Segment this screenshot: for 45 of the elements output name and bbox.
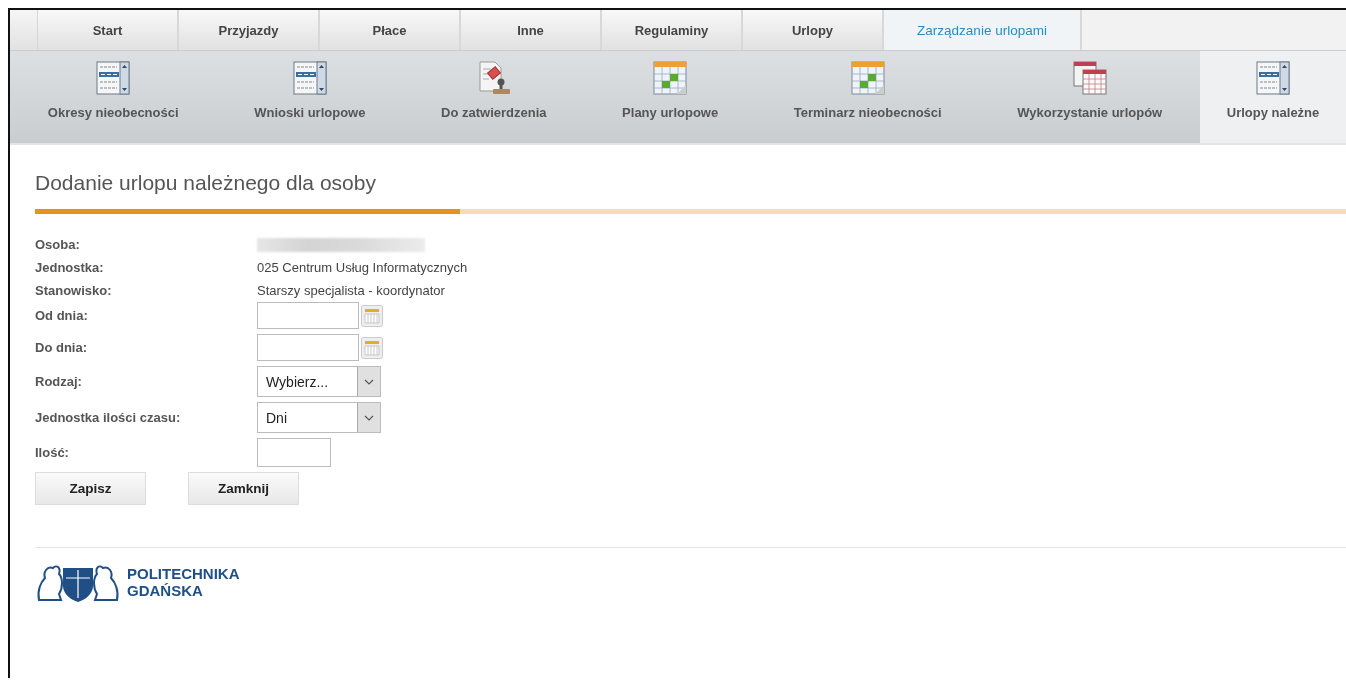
date-field[interactable]	[257, 302, 359, 329]
field-label: Stanowisko:	[35, 283, 113, 298]
nav-tab[interactable]: Start	[38, 10, 179, 50]
subnav-item[interactable]: Plany urlopowe	[584, 51, 756, 143]
field-label: Od dnia:	[35, 308, 89, 323]
nav-tab[interactable]: Zarządzanie urlopami	[884, 10, 1082, 50]
subnav-item[interactable]: Terminarz nieobecności	[756, 51, 980, 143]
field-label: Ilość:	[35, 445, 70, 460]
chevron-down-icon	[364, 378, 374, 385]
calendar-icon	[653, 61, 688, 95]
form-button[interactable]: Zapisz	[35, 472, 146, 505]
subnav-item[interactable]: Okresy nieobecności	[10, 51, 217, 143]
form-button[interactable]: Zamknij	[188, 472, 299, 505]
field-label: Osoba:	[35, 237, 81, 252]
field-value: 025 Centrum Usług Informatycznych	[257, 260, 468, 275]
calendar-icon[interactable]	[361, 304, 383, 327]
field-label: Jednostka:	[35, 260, 105, 275]
subnav-item[interactable]: Wykorzystanie urlopów	[979, 51, 1201, 143]
dropdown[interactable]: Dni	[257, 402, 381, 433]
date-field[interactable]	[257, 334, 359, 361]
nav-tab[interactable]: Płace	[320, 10, 461, 50]
nav-tab[interactable]: Inne	[461, 10, 602, 50]
subnav-item[interactable]: Urlopy należne	[1200, 51, 1346, 143]
field-value: Starszy specjalista - koordynator	[257, 283, 445, 298]
logo-text: POLITECHNIKA	[127, 565, 240, 582]
chevron-down-icon	[364, 414, 374, 421]
nav-tab[interactable]: Urlopy	[743, 10, 884, 50]
calendar-icon	[850, 61, 885, 95]
field-label: Do dnia:	[35, 340, 88, 355]
subnav-item[interactable]: Do zatwierdzenia	[403, 51, 585, 143]
calendar-icon[interactable]	[361, 336, 383, 359]
list-icon	[292, 61, 327, 95]
subnav-item[interactable]: Wnioski urlopowe	[216, 51, 404, 143]
logo-text: GDAŃSKA	[127, 582, 204, 599]
tables-icon	[1072, 61, 1107, 95]
list-icon	[96, 61, 131, 95]
field-label: Rodzaj:	[35, 374, 83, 389]
field-label: Jednostka ilości czasu:	[35, 410, 182, 425]
dropdown[interactable]: Wybierz...	[257, 366, 381, 397]
stamp-icon	[476, 61, 511, 95]
input-field[interactable]	[257, 438, 331, 467]
nav-tab[interactable]: Regulaminy	[602, 10, 743, 50]
list-icon	[1256, 61, 1291, 95]
page-title: Dodanie urlopu należnego dla osoby	[35, 171, 377, 196]
nav-tab[interactable]: Przyjazdy	[179, 10, 320, 50]
